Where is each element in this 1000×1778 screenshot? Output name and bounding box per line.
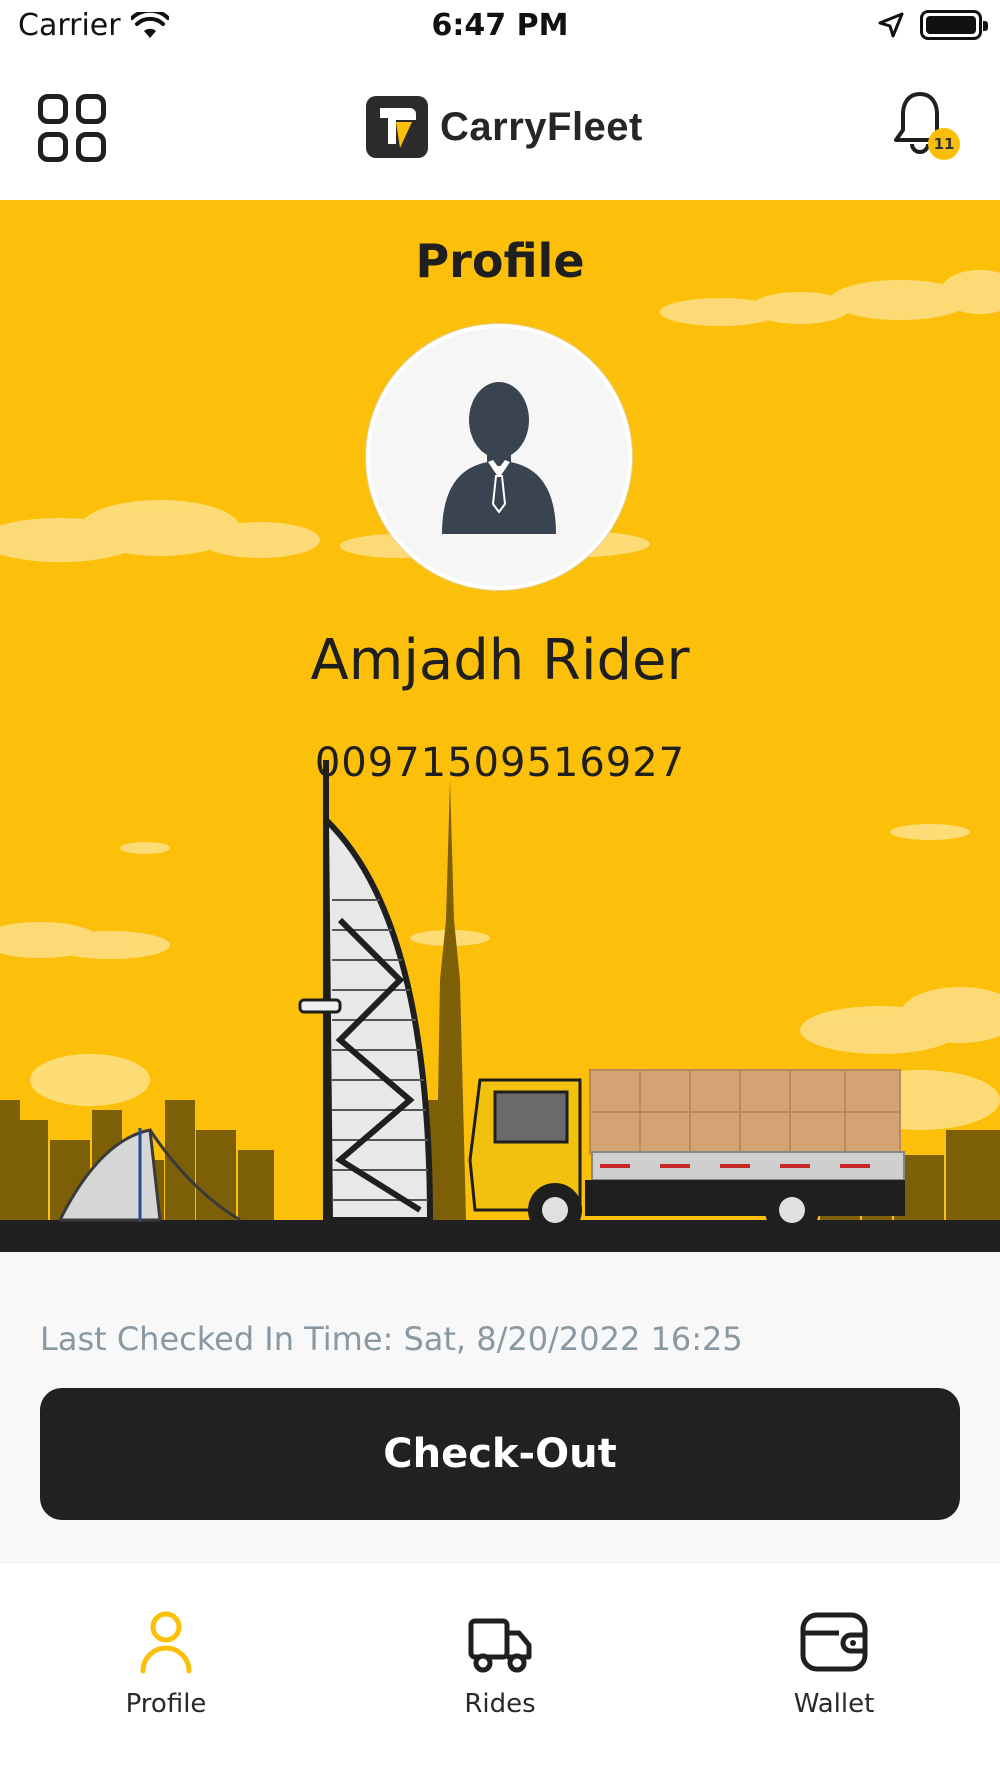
rider-name: Amjadh Rider [310, 628, 690, 693]
rider-phone: 00971509516927 [314, 740, 686, 786]
last-checked-in-text: Last Checked In Time: Sat, 8/20/2022 16:… [40, 1320, 743, 1358]
tab-profile[interactable]: Profile [66, 1609, 266, 1719]
check-in-section: Last Checked In Time: Sat, 8/20/2022 16:… [0, 1252, 1000, 1562]
person-icon [140, 1611, 192, 1674]
app-name: CarryFleet [440, 104, 643, 149]
status-time: 6:47 PM [431, 8, 569, 43]
app-logo: CarryFleet [366, 96, 643, 158]
status-bar: Carrier 6:47 PM [0, 0, 1000, 58]
notification-badge: 11 [928, 128, 960, 160]
page-title: Profile [415, 234, 585, 288]
tab-wallet[interactable]: Wallet [734, 1609, 934, 1719]
logo-icon [366, 96, 428, 158]
tab-rides[interactable]: Rides [400, 1609, 600, 1719]
location-arrow-icon [878, 12, 904, 38]
menu-grid-icon [38, 94, 68, 124]
notifications-button[interactable]: 11 [890, 88, 960, 168]
app-header: CarryFleet 11 [0, 58, 1000, 200]
profile-hero: Profile Amjadh Rider 00971509516927 [0, 200, 1000, 1252]
avatar[interactable] [366, 324, 632, 590]
tab-label: Rides [464, 1689, 536, 1719]
wallet-icon [800, 1612, 868, 1672]
check-out-button[interactable]: Check-Out [40, 1388, 960, 1520]
battery-icon [920, 10, 988, 40]
user-silhouette-icon [442, 382, 556, 534]
tab-label: Profile [125, 1689, 207, 1719]
bottom-tab-bar: Profile Rides Wallet [0, 1562, 1000, 1778]
menu-grid-button[interactable] [38, 94, 106, 162]
truck-icon [468, 1618, 532, 1673]
tab-label: Wallet [793, 1689, 875, 1719]
